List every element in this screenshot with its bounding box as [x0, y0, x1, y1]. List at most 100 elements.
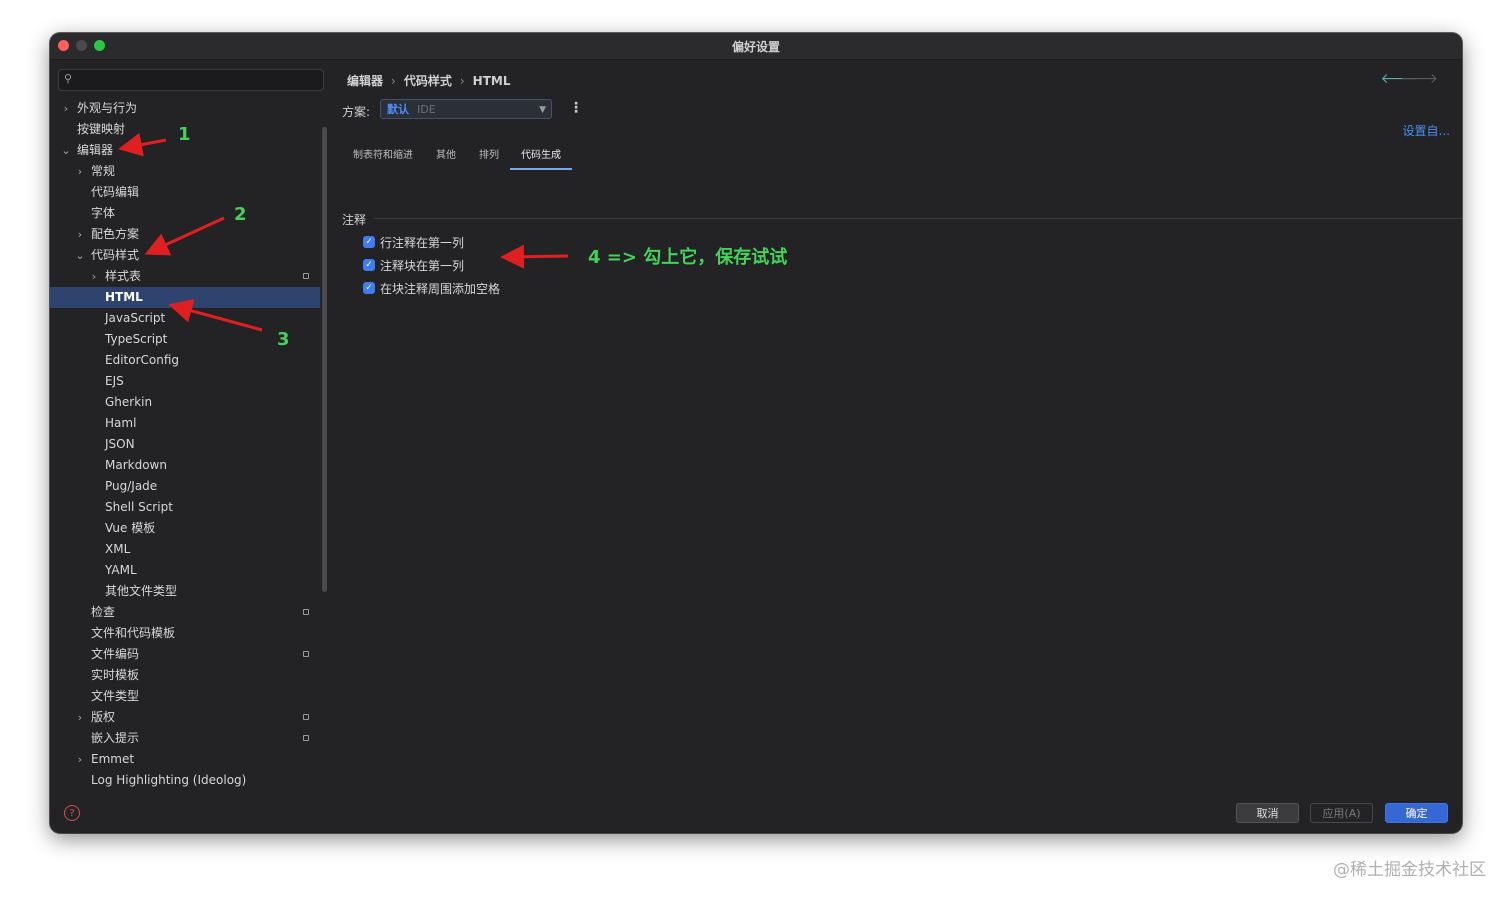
tab-arrangement[interactable]: 排列	[474, 148, 504, 168]
sidebar-item-json[interactable]: JSON	[50, 434, 320, 455]
tab-other[interactable]: 其他	[431, 148, 461, 168]
project-scope-icon	[303, 714, 309, 720]
sidebar-item-label: 编辑器	[77, 143, 114, 157]
chevron-right-icon[interactable]: ›	[75, 224, 85, 245]
chevron-right-icon[interactable]: ›	[75, 161, 85, 182]
sidebar-item-label: Pug/Jade	[105, 479, 158, 493]
sidebar-item-yaml[interactable]: YAML	[50, 560, 320, 581]
sidebar-item-inspections[interactable]: 检查	[50, 602, 320, 623]
project-scope-icon	[303, 651, 309, 657]
sidebar-item-color-scheme[interactable]: › 配色方案	[50, 224, 320, 245]
sidebar-item-general[interactable]: › 常规	[50, 161, 320, 182]
sidebar-item-label: 文件编码	[91, 647, 140, 661]
sidebar-item-shell-script[interactable]: Shell Script	[50, 497, 320, 518]
sidebar-item-label: JSON	[105, 437, 135, 451]
tab-code-generation[interactable]: 代码生成	[510, 148, 572, 170]
settings-tree: › 外观与行为 按键映射 ⌄ 编辑器 › 常规 代码编辑 字体 › 配色方案 ⌄…	[50, 98, 320, 793]
sidebar-item-other-file-types[interactable]: 其他文件类型	[50, 581, 320, 602]
sidebar-item-ejs[interactable]: EJS	[50, 371, 320, 392]
sidebar-item-xml[interactable]: XML	[50, 539, 320, 560]
sidebar-item-label: Log Highlighting (Ideolog)	[91, 773, 247, 787]
breadcrumb-code-style[interactable]: 代码样式	[404, 74, 452, 88]
sidebar-item-log-highlighting[interactable]: Log Highlighting (Ideolog)	[50, 770, 320, 791]
sidebar-item-label: JavaScript	[105, 311, 166, 325]
sidebar-item-label: XML	[105, 542, 131, 556]
sidebar-item-stylesheets[interactable]: › 样式表	[50, 266, 320, 287]
sidebar-item-label: 字体	[91, 206, 116, 220]
scheme-label: 方案:	[342, 105, 371, 119]
sidebar-item-label: Vue 模板	[105, 521, 156, 535]
dropdown-arrow-icon: ▼	[539, 105, 546, 115]
breadcrumb-separator-icon: ›	[459, 74, 465, 88]
settings-search-input[interactable]: ⚲	[58, 69, 324, 91]
sidebar-item-file-code-templates[interactable]: 文件和代码模板	[50, 623, 320, 644]
apply-button[interactable]: 应用(A)	[1310, 803, 1373, 823]
ok-button[interactable]: 确定	[1385, 803, 1448, 823]
sidebar-item-haml[interactable]: Haml	[50, 413, 320, 434]
sidebar-item-label: YAML	[105, 563, 137, 577]
sidebar-item-emmet[interactable]: › Emmet	[50, 749, 320, 770]
sidebar-item-appearance[interactable]: › 外观与行为	[50, 98, 320, 119]
window-title: 偏好设置	[731, 40, 780, 54]
sidebar-item-label: 样式表	[105, 269, 142, 283]
sidebar-item-live-templates[interactable]: 实时模板	[50, 665, 320, 686]
sidebar-item-label: 其他文件类型	[105, 584, 178, 598]
sidebar-item-font[interactable]: 字体	[50, 203, 320, 224]
sidebar-item-file-types[interactable]: 文件类型	[50, 686, 320, 707]
sidebar-item-label: 常规	[91, 164, 116, 178]
sidebar-item-label: 版权	[91, 710, 116, 724]
sidebar-item-label: 检查	[91, 605, 116, 619]
help-icon[interactable]: ?	[64, 805, 80, 821]
sidebar-item-label: 按键映射	[77, 122, 126, 136]
settings-sidebar: ⚲ › 外观与行为 按键映射 ⌄ 编辑器 › 常规 代码编辑 字体 › 配色方案…	[50, 60, 328, 795]
scheme-actions-icon[interactable]: ⋮	[569, 100, 583, 116]
annotation-number-2: 2	[234, 204, 247, 225]
watermark: @稀土掘金技术社区	[1333, 860, 1486, 880]
scheme-value: 默认	[387, 103, 409, 116]
sidebar-item-inlay-hints[interactable]: 嵌入提示	[50, 728, 320, 749]
tab-tabs-indents[interactable]: 制表符和缩进	[353, 148, 413, 168]
sidebar-item-gherkin[interactable]: Gherkin	[50, 392, 320, 413]
section-title: 注释	[342, 213, 367, 227]
search-icon: ⚲	[64, 72, 73, 85]
annotation-number-3: 3	[277, 329, 290, 350]
sidebar-scrollbar[interactable]	[322, 127, 327, 592]
sidebar-item-html[interactable]: HTML	[50, 287, 320, 308]
sidebar-item-javascript[interactable]: JavaScript	[50, 308, 320, 329]
project-scope-icon	[303, 735, 309, 741]
sidebar-item-label: Markdown	[105, 458, 167, 472]
chevron-right-icon[interactable]: ›	[75, 749, 85, 770]
annotation-number-1: 1	[178, 124, 191, 145]
cancel-button[interactable]: 取消	[1236, 803, 1299, 823]
annotation-instruction: 4 => 勾上它，保存试试	[588, 247, 788, 268]
checkmark-icon[interactable]: ✓	[363, 259, 375, 271]
sidebar-item-file-encodings[interactable]: 文件编码	[50, 644, 320, 665]
breadcrumb-separator-icon: ›	[391, 74, 396, 88]
checkmark-icon[interactable]: ✓	[363, 282, 375, 294]
breadcrumb-editor[interactable]: 编辑器	[347, 74, 383, 88]
settings-content: 编辑器 › 代码样式 › HTML 🡐 🡒 方案: 默认 IDE ▼ ⋮ 设置自... …	[329, 60, 1462, 795]
sidebar-item-label: 外观与行为	[77, 101, 138, 115]
sidebar-item-markdown[interactable]: Markdown	[50, 455, 320, 476]
sidebar-item-label: 代码样式	[91, 248, 140, 262]
chevron-right-icon[interactable]: ›	[89, 266, 99, 287]
forward-arrow-icon[interactable]: 🡒	[1400, 70, 1438, 87]
sidebar-item-code-editing[interactable]: 代码编辑	[50, 182, 320, 203]
chevron-down-icon[interactable]: ⌄	[75, 245, 85, 266]
sidebar-item-label: TypeScript	[105, 332, 168, 346]
chevron-right-icon[interactable]: ›	[75, 707, 85, 728]
sidebar-item-label: 文件类型	[91, 689, 140, 703]
chevron-right-icon[interactable]: ›	[61, 98, 71, 119]
scheme-select[interactable]: 默认 IDE ▼	[380, 99, 552, 119]
sidebar-item-pug-jade[interactable]: Pug/Jade	[50, 476, 320, 497]
checkmark-icon[interactable]: ✓	[363, 236, 375, 248]
section-divider	[373, 218, 1462, 219]
sidebar-item-code-style[interactable]: ⌄ 代码样式	[50, 245, 320, 266]
sidebar-item-vue-template[interactable]: Vue 模板	[50, 518, 320, 539]
sidebar-item-copyright[interactable]: › 版权	[50, 707, 320, 728]
set-from-link[interactable]: 设置自...	[1403, 122, 1450, 139]
title-bar: 偏好设置	[50, 33, 1462, 60]
preferences-window: 偏好设置 ⚲ › 外观与行为 按键映射 ⌄ 编辑器 › 常规 代码编辑 字体 ›…	[50, 33, 1462, 833]
chevron-down-icon[interactable]: ⌄	[61, 140, 71, 161]
sidebar-item-editorconfig[interactable]: EditorConfig	[50, 350, 320, 371]
